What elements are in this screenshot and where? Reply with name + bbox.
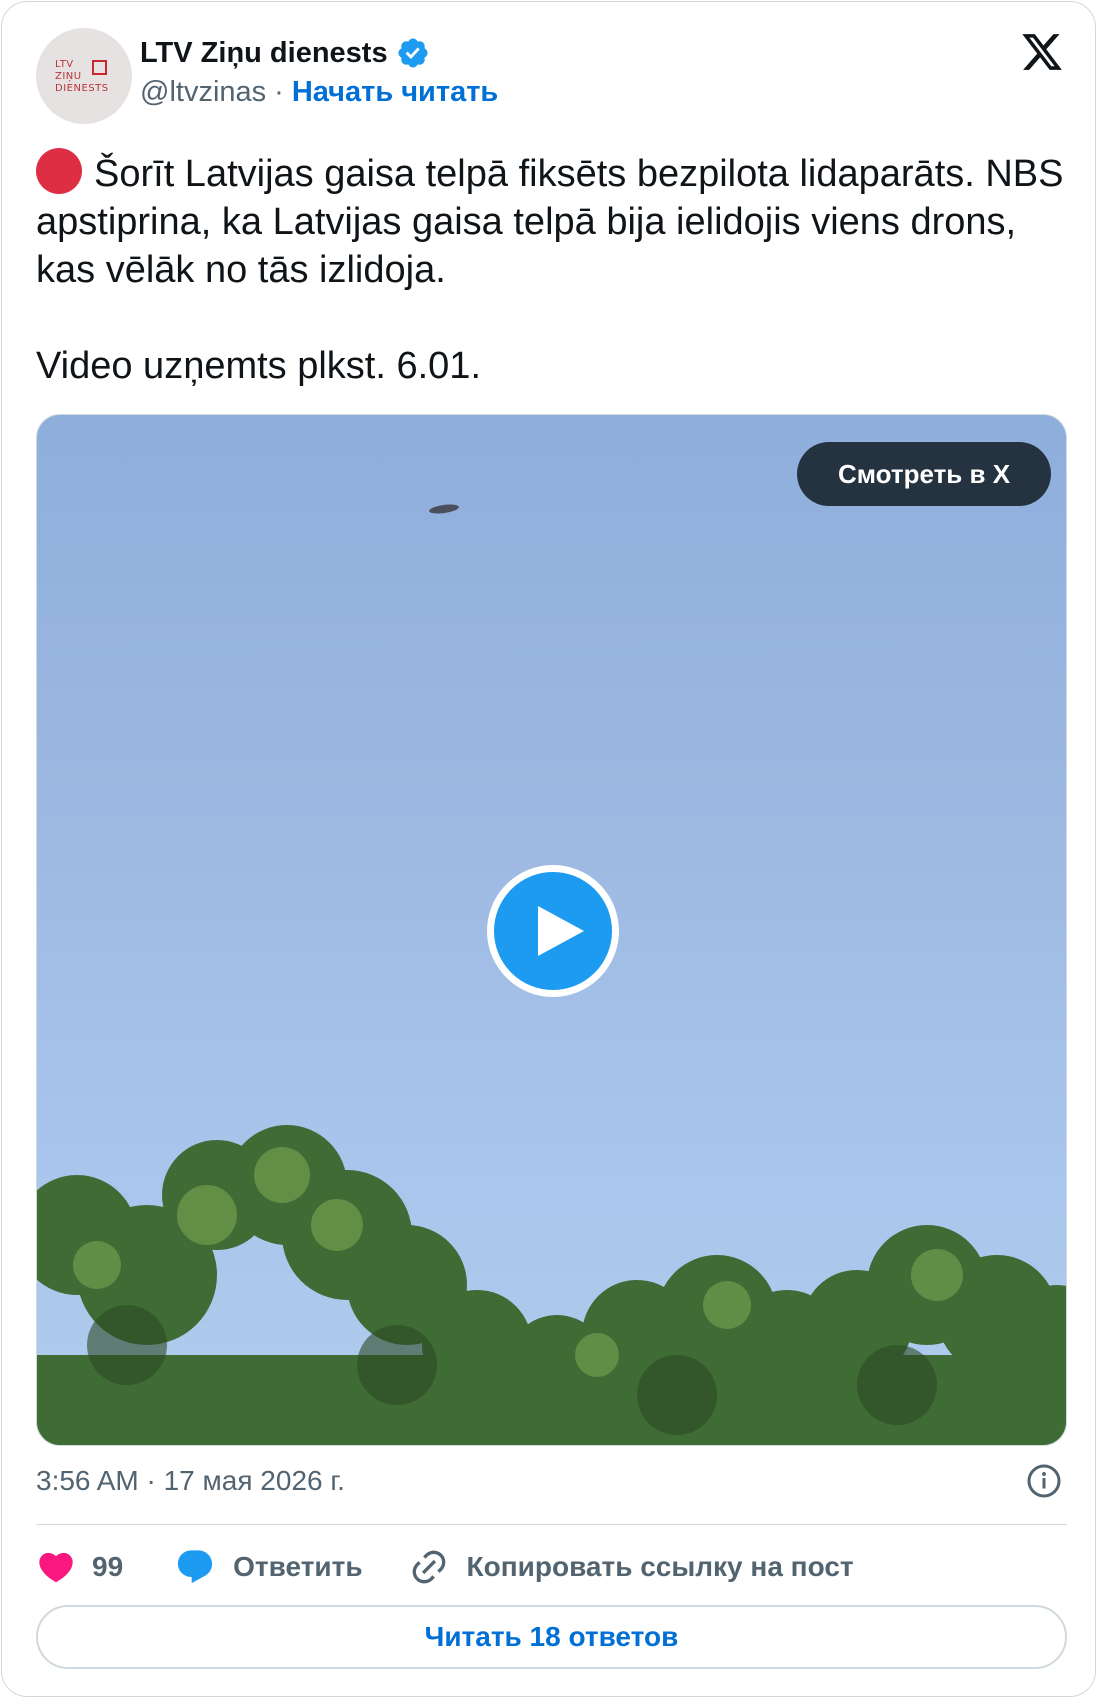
author-handle[interactable]: @ltvzinas <box>140 76 266 109</box>
author-name-row: LTV Ziņu dienests <box>140 36 430 70</box>
x-logo-icon[interactable] <box>1019 30 1065 74</box>
speech-bubble-icon <box>178 1550 213 1584</box>
follow-link[interactable]: Начать читать <box>292 76 498 109</box>
avatar-logo-square <box>92 60 107 75</box>
author-handle-row: @ltvzinas · Начать читать <box>140 76 498 109</box>
watch-on-x-button[interactable]: Смотреть в X <box>797 442 1051 506</box>
info-icon[interactable] <box>1026 1463 1062 1499</box>
video-media[interactable]: Смотреть в X <box>36 414 1067 1446</box>
post-timestamp[interactable]: 3:56 AM · 17 мая 2026 г. <box>36 1465 345 1497</box>
verified-badge-icon <box>398 38 428 68</box>
heart-icon <box>39 1552 73 1583</box>
reply-label: Ответить <box>233 1551 363 1582</box>
author-display-name[interactable]: LTV Ziņu dienests <box>140 37 388 70</box>
tweet-paragraph-1-text: Šorīt Latvijas gaisa telpā fiksēts bezpi… <box>36 153 1064 291</box>
reply-button[interactable]: Ответить <box>175 1547 363 1587</box>
play-icon <box>538 906 584 956</box>
play-button[interactable] <box>487 865 619 997</box>
handle-separator: · <box>274 76 284 108</box>
copy-link-button[interactable]: Копировать ссылку на пост <box>409 1547 854 1587</box>
divider <box>36 1524 1067 1525</box>
tweet-paragraph-2: Video uzņemts plkst. 6.01. <box>36 345 481 387</box>
like-button[interactable]: 99 <box>36 1547 123 1587</box>
read-replies-button[interactable]: Читать 18 ответов <box>36 1605 1067 1669</box>
tweet-text: Šorīt Latvijas gaisa telpā fiksēts bezpi… <box>36 148 1066 390</box>
tree-line-image <box>37 1125 1066 1445</box>
copy-link-label: Копировать ссылку на пост <box>466 1551 854 1582</box>
red-circle-emoji-icon <box>36 148 82 194</box>
link-icon <box>412 1550 445 1584</box>
tweet-paragraph-1: Šorīt Latvijas gaisa telpā fiksēts bezpi… <box>36 148 1066 294</box>
action-bar: 99 Ответить Копировать ссылку на пост <box>36 1542 854 1592</box>
like-count: 99 <box>92 1551 124 1582</box>
tweet-card: LTV ZIŅU DIENESTS LTV Ziņu dienests @ltv… <box>1 1 1096 1697</box>
avatar[interactable]: LTV ZIŅU DIENESTS <box>36 28 132 124</box>
drone-speck <box>428 502 460 516</box>
